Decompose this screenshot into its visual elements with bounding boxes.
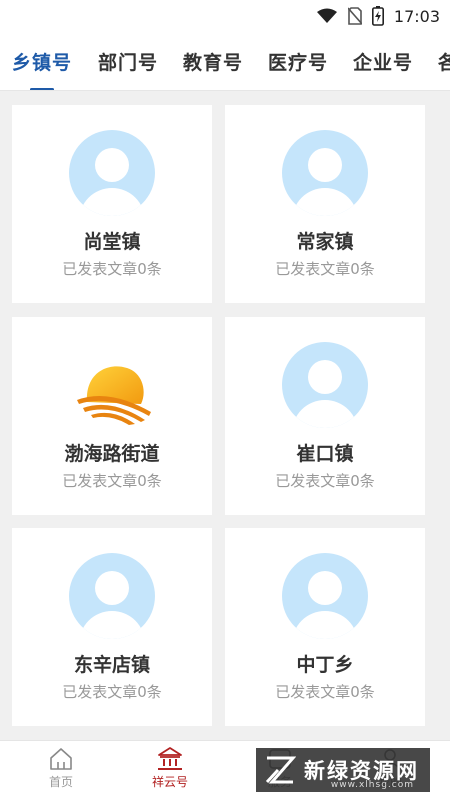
nav-home-label: 首页 — [48, 775, 73, 789]
article-count: 已发表文章0条 — [275, 472, 375, 490]
article-count: 已发表文章0条 — [62, 260, 162, 278]
divider — [0, 90, 450, 91]
account-card[interactable]: 崔口镇 已发表文章0条 — [225, 317, 425, 515]
default-avatar-icon — [282, 130, 368, 216]
building-icon — [158, 747, 182, 770]
account-card[interactable]: 东辛店镇 已发表文章0条 — [12, 528, 212, 726]
article-count: 已发表文章0条 — [62, 472, 162, 490]
account-card[interactable]: 尚堂镇 已发表文章0条 — [12, 105, 212, 303]
article-count: 已发表文章0条 — [275, 683, 375, 701]
watermark: 新绿资源网 www.xlhsg.com — [256, 748, 430, 792]
article-count: 已发表文章0条 — [62, 683, 162, 701]
account-name: 尚堂镇 — [83, 231, 141, 253]
no-sim-icon — [347, 7, 362, 25]
category-tabs: 乡镇号 部门号 教育号 医疗号 企业号 各 — [0, 32, 450, 90]
account-name: 中丁乡 — [296, 654, 354, 676]
wifi-icon — [316, 8, 337, 23]
account-card[interactable]: 渤海路街道 已发表文章0条 — [12, 317, 212, 515]
battery-icon — [371, 6, 384, 26]
watermark-url: www.xlhsg.com — [330, 780, 414, 790]
tab-medical[interactable]: 医疗号 — [268, 48, 328, 75]
default-avatar-icon — [282, 553, 368, 639]
tab-more[interactable]: 各 — [438, 48, 450, 75]
tab-township[interactable]: 乡镇号 — [12, 48, 72, 75]
tab-department[interactable]: 部门号 — [98, 48, 158, 75]
nav-xiangyun[interactable]: 祥云号 — [135, 747, 205, 790]
status-time: 17:03 — [393, 6, 440, 26]
status-icons: 17:03 — [316, 0, 440, 32]
account-name: 东辛店镇 — [73, 654, 150, 676]
account-name: 常家镇 — [296, 231, 354, 253]
status-bar: 17:03 — [0, 0, 450, 32]
sun-logo-icon — [69, 342, 155, 428]
default-avatar-icon — [69, 130, 155, 216]
default-avatar-icon — [69, 553, 155, 639]
account-name: 渤海路街道 — [64, 443, 160, 465]
account-name: 崔口镇 — [296, 443, 354, 465]
account-card[interactable]: 中丁乡 已发表文章0条 — [225, 528, 425, 726]
home-icon — [50, 748, 72, 770]
nav-home[interactable]: 首页 — [26, 747, 96, 790]
article-count: 已发表文章0条 — [275, 260, 375, 278]
watermark-logo-icon — [265, 756, 296, 784]
nav-xiangyun-label: 祥云号 — [151, 775, 188, 789]
default-avatar-icon — [282, 342, 368, 428]
tab-education[interactable]: 教育号 — [183, 48, 243, 75]
account-card[interactable]: 常家镇 已发表文章0条 — [225, 105, 425, 303]
tab-enterprise[interactable]: 企业号 — [353, 48, 413, 75]
